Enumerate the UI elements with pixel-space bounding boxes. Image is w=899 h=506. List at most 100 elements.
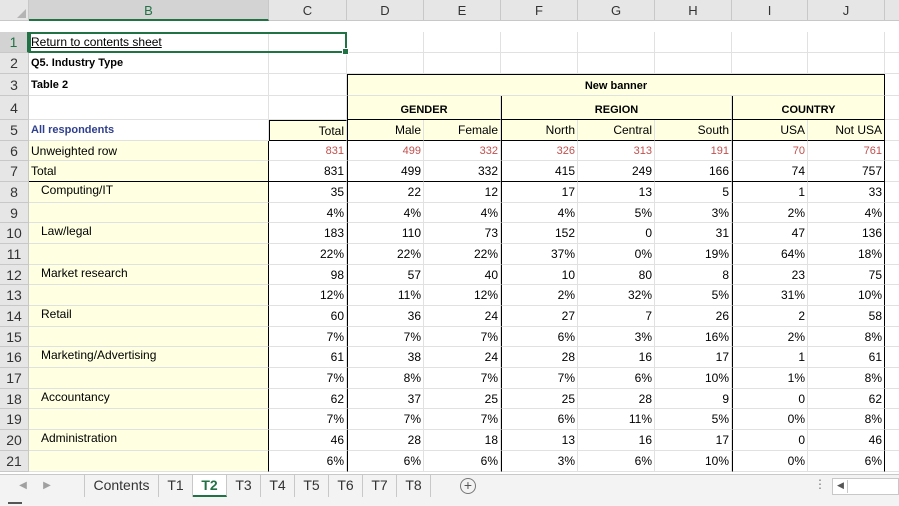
percent-h[interactable]: 5%	[655, 409, 732, 430]
unweighted-value-g[interactable]: 313	[578, 141, 655, 161]
percent-f[interactable]: 6%	[501, 327, 578, 347]
count-i[interactable]: 1	[732, 182, 808, 203]
cell-j2[interactable]	[808, 53, 885, 74]
category-label[interactable]: Law/legal	[29, 223, 269, 244]
percent-g[interactable]: 11%	[578, 409, 655, 430]
label-cell-b21[interactable]	[29, 451, 269, 472]
count-c[interactable]: 183	[269, 223, 347, 244]
count-g[interactable]: 80	[578, 265, 655, 285]
count-j[interactable]: 136	[808, 223, 885, 244]
percent-g[interactable]: 32%	[578, 285, 655, 306]
cell-b4[interactable]	[29, 96, 269, 120]
column-header-f[interactable]: F	[501, 0, 578, 21]
category-label[interactable]: Market research	[29, 265, 269, 285]
percent-j[interactable]: 6%	[808, 451, 885, 472]
count-e[interactable]: 12	[424, 182, 501, 203]
cell-g2[interactable]	[578, 53, 655, 74]
total-value-g[interactable]: 249	[578, 161, 655, 182]
unweighted-value-f[interactable]: 326	[501, 141, 578, 161]
row-header-9[interactable]: 9	[0, 203, 29, 223]
unweighted-value-e[interactable]: 332	[424, 141, 501, 161]
percent-e[interactable]: 6%	[424, 451, 501, 472]
count-e[interactable]: 25	[424, 389, 501, 409]
count-j[interactable]: 33	[808, 182, 885, 203]
count-f[interactable]: 13	[501, 430, 578, 451]
row-header-11[interactable]: 11	[0, 244, 29, 265]
column-header-j[interactable]: J	[808, 0, 885, 21]
cell-f2[interactable]	[501, 53, 578, 74]
column-label-c[interactable]: Total	[269, 120, 347, 141]
count-h[interactable]: 9	[655, 389, 732, 409]
percent-i[interactable]: 1%	[732, 368, 808, 389]
percent-c[interactable]: 22%	[269, 244, 347, 265]
column-header-d[interactable]: D	[347, 0, 424, 21]
cell-d2[interactable]	[347, 53, 424, 74]
row-header-19[interactable]: 19	[0, 409, 29, 430]
percent-g[interactable]: 6%	[578, 368, 655, 389]
row-header-20[interactable]: 20	[0, 430, 29, 451]
row-header-15[interactable]: 15	[0, 327, 29, 347]
column-label-j[interactable]: Not USA	[808, 120, 885, 141]
row-header-13[interactable]: 13	[0, 285, 29, 306]
percent-c[interactable]: 6%	[269, 451, 347, 472]
category-label[interactable]: Marketing/Advertising	[29, 347, 269, 368]
unweighted-value-i[interactable]: 70	[732, 141, 808, 161]
count-i[interactable]: 0	[732, 430, 808, 451]
percent-h[interactable]: 3%	[655, 203, 732, 223]
cell-f1[interactable]	[501, 32, 578, 53]
count-i[interactable]: 0	[732, 389, 808, 409]
category-label[interactable]: Computing/IT	[29, 182, 269, 203]
unweighted-value-h[interactable]: 191	[655, 141, 732, 161]
row-header-3[interactable]: 3	[0, 74, 29, 96]
column-label-h[interactable]: South	[655, 120, 732, 141]
label-cell-b13[interactable]	[29, 285, 269, 306]
percent-i[interactable]: 0%	[732, 409, 808, 430]
percent-e[interactable]: 7%	[424, 327, 501, 347]
count-d[interactable]: 38	[347, 347, 424, 368]
column-header-g[interactable]: G	[578, 0, 655, 21]
label-cell-b19[interactable]	[29, 409, 269, 430]
percent-g[interactable]: 5%	[578, 203, 655, 223]
percent-e[interactable]: 12%	[424, 285, 501, 306]
percent-j[interactable]: 8%	[808, 409, 885, 430]
row-header-2[interactable]: 2	[0, 53, 29, 74]
percent-g[interactable]: 0%	[578, 244, 655, 265]
percent-g[interactable]: 3%	[578, 327, 655, 347]
cell-c1[interactable]	[269, 32, 347, 53]
percent-e[interactable]: 22%	[424, 244, 501, 265]
sheet-tab-t5[interactable]: T5	[295, 475, 329, 497]
category-label[interactable]: Administration	[29, 430, 269, 451]
column-label-i[interactable]: USA	[732, 120, 808, 141]
total-value-f[interactable]: 415	[501, 161, 578, 182]
count-j[interactable]: 46	[808, 430, 885, 451]
percent-f[interactable]: 37%	[501, 244, 578, 265]
count-j[interactable]: 62	[808, 389, 885, 409]
count-f[interactable]: 27	[501, 306, 578, 327]
sheet-tab-t7[interactable]: T7	[363, 475, 397, 497]
count-c[interactable]: 98	[269, 265, 347, 285]
cell-c4[interactable]	[269, 96, 347, 120]
percent-i[interactable]: 2%	[732, 203, 808, 223]
unweighted-value-c[interactable]: 831	[269, 141, 347, 161]
scroll-left-icon[interactable]: ◀	[837, 480, 844, 491]
count-e[interactable]: 73	[424, 223, 501, 244]
percent-j[interactable]: 8%	[808, 368, 885, 389]
count-e[interactable]: 18	[424, 430, 501, 451]
percent-g[interactable]: 6%	[578, 451, 655, 472]
row-header-4[interactable]: 4	[0, 96, 29, 120]
count-d[interactable]: 37	[347, 389, 424, 409]
return-to-contents-link[interactable]: Return to contents sheet	[29, 32, 269, 53]
percent-f[interactable]: 7%	[501, 368, 578, 389]
cell-e2[interactable]	[424, 53, 501, 74]
total-value-i[interactable]: 74	[732, 161, 808, 182]
add-sheet-icon[interactable]: +	[460, 478, 476, 494]
column-header-c[interactable]: C	[269, 0, 347, 21]
count-h[interactable]: 17	[655, 430, 732, 451]
percent-i[interactable]: 0%	[732, 451, 808, 472]
percent-i[interactable]: 2%	[732, 327, 808, 347]
percent-h[interactable]: 10%	[655, 451, 732, 472]
percent-e[interactable]: 7%	[424, 368, 501, 389]
cell-i1[interactable]	[732, 32, 808, 53]
total-value-c[interactable]: 831	[269, 161, 347, 182]
row-header-17[interactable]: 17	[0, 368, 29, 389]
